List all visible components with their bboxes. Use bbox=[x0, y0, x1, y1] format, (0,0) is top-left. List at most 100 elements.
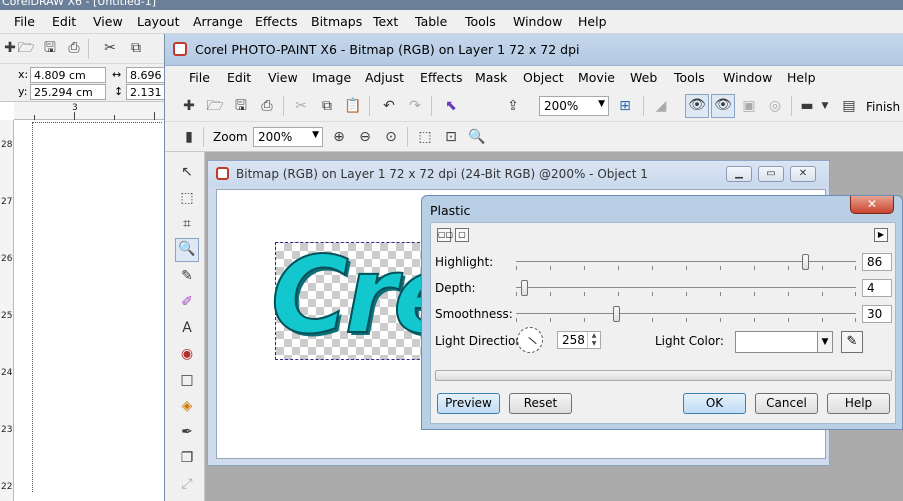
fill-tool-icon[interactable]: ◈ bbox=[177, 396, 197, 416]
eyedropper-tool-icon[interactable]: ✎ bbox=[177, 266, 197, 286]
pp-menu-movie[interactable]: Movie bbox=[578, 70, 615, 85]
undo-icon[interactable]: ↶ bbox=[379, 96, 399, 116]
smoothness-slider-thumb[interactable] bbox=[613, 306, 620, 322]
pp-menu-help[interactable]: Help bbox=[787, 70, 816, 85]
zoom-out-icon[interactable]: ⊖ bbox=[355, 127, 375, 147]
width-field[interactable]: 8.696 c bbox=[126, 67, 168, 83]
pp-menu-window[interactable]: Window bbox=[723, 70, 772, 85]
bg-menu-help[interactable]: Help bbox=[578, 14, 607, 29]
text-tool-icon[interactable]: A bbox=[177, 318, 197, 338]
bg-menu-table[interactable]: Table bbox=[415, 14, 447, 29]
red-eye-tool-icon[interactable]: ◉ bbox=[177, 344, 197, 364]
finish-editing-label[interactable]: Finish E bbox=[866, 100, 903, 114]
pp-menu-adjust[interactable]: Adjust bbox=[365, 70, 404, 85]
zoom-page-icon[interactable]: 🔍 bbox=[467, 127, 487, 147]
show-mask-icon[interactable]: 👁 bbox=[685, 94, 709, 118]
pp-menu-object[interactable]: Object bbox=[523, 70, 564, 85]
application-launcher-icon[interactable]: ▬ bbox=[797, 96, 817, 116]
zoom-fit-icon[interactable]: ⊞ bbox=[615, 96, 635, 116]
bg-menu-effects[interactable]: Effects bbox=[255, 14, 298, 29]
paste-icon[interactable]: 📋 bbox=[343, 96, 363, 116]
eyedropper-icon[interactable]: ✎ bbox=[841, 331, 863, 353]
redo-icon[interactable]: ↷ bbox=[405, 96, 425, 116]
import-icon[interactable]: ⬉ bbox=[441, 96, 461, 116]
pp-menu-web[interactable]: Web bbox=[630, 70, 657, 85]
smoothness-value-field[interactable]: 30 bbox=[862, 305, 892, 323]
zoom-tool-icon[interactable]: 🔍 bbox=[175, 238, 199, 262]
copy-icon[interactable]: ⧉ bbox=[317, 96, 337, 116]
save-icon[interactable]: 🖫 bbox=[40, 38, 60, 58]
bg-menu-edit[interactable]: Edit bbox=[52, 14, 76, 29]
open-folder-icon[interactable]: 🗁 bbox=[16, 38, 36, 58]
zoom-100-icon[interactable]: ⊙ bbox=[381, 127, 401, 147]
bg-menu-arrange[interactable]: Arrange bbox=[193, 14, 243, 29]
save-icon[interactable]: 🖫 bbox=[231, 96, 251, 116]
object-marquee-icon[interactable]: ◎ bbox=[765, 96, 785, 116]
minimize-button[interactable]: ▁ bbox=[726, 166, 752, 182]
preview-button[interactable]: Preview bbox=[437, 393, 500, 414]
cut-icon[interactable]: ✂ bbox=[291, 96, 311, 116]
highlight-slider-thumb[interactable] bbox=[802, 254, 809, 270]
depth-slider-thumb[interactable] bbox=[521, 280, 528, 296]
zoom-level-combo[interactable]: 200% ▼ bbox=[539, 96, 609, 116]
mask-overlay-icon[interactable]: ▣ bbox=[739, 96, 759, 116]
light-color-picker[interactable]: ▼ bbox=[735, 331, 833, 353]
smoothness-slider[interactable] bbox=[516, 306, 856, 322]
depth-slider[interactable] bbox=[516, 280, 856, 296]
bg-drawing-canvas[interactable] bbox=[14, 120, 164, 501]
light-direction-spinner[interactable]: ▲ ▼ bbox=[587, 332, 600, 348]
dialog-menu-arrow-icon[interactable]: ▶ bbox=[874, 228, 888, 242]
export-icon[interactable]: ⇪ bbox=[503, 96, 523, 116]
show-marquee-icon[interactable]: 👁 bbox=[711, 94, 735, 118]
cancel-button[interactable]: Cancel bbox=[755, 393, 818, 414]
bg-menu-text[interactable]: Text bbox=[373, 14, 398, 29]
print-icon[interactable]: ⎙ bbox=[64, 38, 84, 58]
pick-tool-icon[interactable]: ↖ bbox=[177, 162, 197, 182]
print-icon[interactable]: ⎙ bbox=[257, 96, 277, 116]
zoom-selection-icon[interactable]: ⬚ bbox=[415, 127, 435, 147]
bg-menu-view[interactable]: View bbox=[93, 14, 123, 29]
finish-editing-icon[interactable]: ▤ bbox=[839, 96, 859, 116]
pp-menu-file[interactable]: File bbox=[189, 70, 210, 85]
property-bar-menu-icon[interactable]: ▮ bbox=[179, 127, 199, 147]
mask-rectangle-tool-icon[interactable]: ⬚ bbox=[177, 188, 197, 208]
pp-menu-view[interactable]: View bbox=[268, 70, 298, 85]
new-image-icon[interactable]: ✚ bbox=[179, 96, 199, 116]
bg-menu-layout[interactable]: Layout bbox=[137, 14, 180, 29]
x-position-field[interactable]: 4.809 cm bbox=[30, 67, 106, 83]
bg-menu-bitmaps[interactable]: Bitmaps bbox=[311, 14, 362, 29]
chevron-down-icon[interactable]: ▼ bbox=[815, 96, 835, 116]
mask-brush-icon[interactable]: ◢ bbox=[651, 96, 671, 116]
highlight-slider[interactable] bbox=[516, 254, 856, 270]
copy-icon[interactable]: ⧉ bbox=[126, 38, 146, 58]
pp-menu-effects[interactable]: Effects bbox=[420, 70, 463, 85]
crop-tool-icon[interactable]: ⌗ bbox=[177, 214, 197, 234]
height-field[interactable]: 2.131 c bbox=[126, 84, 168, 100]
zoom-to-fit-icon[interactable]: ⊡ bbox=[441, 127, 461, 147]
eraser-tool-icon[interactable]: ✐ bbox=[177, 292, 197, 312]
view-single-toggle-icon[interactable]: ▢ bbox=[455, 228, 469, 242]
light-direction-dial[interactable] bbox=[517, 327, 543, 353]
ok-button[interactable]: OK bbox=[683, 393, 746, 414]
bg-menu-window[interactable]: Window bbox=[513, 14, 562, 29]
effect-tool-icon[interactable]: ⤢ bbox=[177, 474, 197, 494]
pp-menu-tools[interactable]: Tools bbox=[674, 70, 705, 85]
shadow-tool-icon[interactable]: ❐ bbox=[177, 448, 197, 468]
pp-menu-image[interactable]: Image bbox=[312, 70, 351, 85]
bg-menu-tools[interactable]: Tools bbox=[465, 14, 496, 29]
depth-value-field[interactable]: 4 bbox=[862, 279, 892, 297]
pp-menu-edit[interactable]: Edit bbox=[227, 70, 251, 85]
highlight-value-field[interactable]: 86 bbox=[862, 253, 892, 271]
open-folder-icon[interactable]: 🗁 bbox=[205, 96, 225, 116]
close-button[interactable]: ✕ bbox=[790, 166, 816, 182]
cut-icon[interactable]: ✂ bbox=[100, 38, 120, 58]
dialog-close-button[interactable]: ✕ bbox=[850, 196, 894, 214]
bg-menu-file[interactable]: File bbox=[14, 14, 35, 29]
paint-tool-icon[interactable]: ✒ bbox=[177, 422, 197, 442]
help-button[interactable]: Help bbox=[827, 393, 890, 414]
zoom-property-combo[interactable]: 200% ▼ bbox=[253, 127, 323, 147]
maximize-button[interactable]: ▭ bbox=[758, 166, 784, 182]
reset-button[interactable]: Reset bbox=[509, 393, 572, 414]
y-position-field[interactable]: 25.294 cm bbox=[30, 84, 106, 100]
view-original-toggle-icon[interactable]: ▢▢ bbox=[437, 228, 453, 242]
